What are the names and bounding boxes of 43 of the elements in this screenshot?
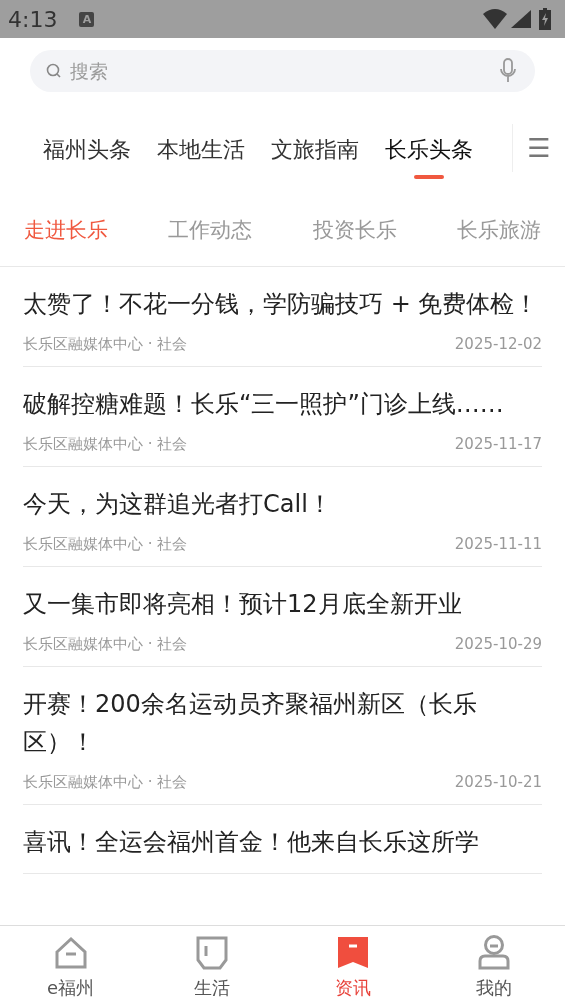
article-item[interactable]: 开赛！200余名运动员齐聚福州新区（长乐区）！ 长乐区融媒体中心 · 社会 2025-10-21 [23, 667, 542, 805]
article-source: 长乐区融媒体中心 · 社会 [23, 535, 188, 554]
nav-tab[interactable]: e福州 [0, 926, 142, 1004]
person-icon [477, 934, 512, 970]
wifi-icon [483, 9, 507, 29]
article-title: 喜讯！全运会福州首金！他来自长乐这所学 [23, 827, 480, 858]
nav-tab[interactable]: 资讯 [282, 926, 424, 1004]
article-source: 长乐区融媒体中心 · 社会 [23, 435, 188, 454]
microphone-icon[interactable] [499, 58, 517, 84]
article-source: 长乐区融媒体中心 · 社会 [23, 773, 188, 792]
article-date: 2025-11-11 [454, 535, 542, 554]
article-item[interactable]: 破解控糖难题！长乐“三一照护”门诊上线…… 长乐区融媒体中心 · 社会 2025-11-17 [23, 367, 542, 467]
article-date: 2025-10-21 [454, 773, 542, 792]
search-field[interactable]: 搜索 [30, 50, 535, 92]
clock-time: 4:13 [8, 6, 58, 32]
menu-button[interactable]: ☰ [512, 124, 565, 172]
search-icon [46, 63, 62, 79]
nav-tab[interactable]: 我的 [423, 926, 565, 1004]
article-date: 2025-11-17 [454, 435, 542, 454]
article-item[interactable]: 今天，为这群追光者打Call！ 长乐区融媒体中心 · 社会 2025-11-11 [23, 467, 542, 567]
article-source: 长乐区融媒体中心 · 社会 [23, 335, 188, 354]
article-item[interactable]: 太赞了！不花一分钱，学防骗技巧 + 免费体检！ 长乐区融媒体中心 · 社会 2025-12-02 [23, 267, 542, 367]
article-date: 2025-10-29 [454, 635, 542, 654]
notification-badge: A [79, 11, 95, 27]
channel-tab[interactable]: 福州头条 [30, 106, 144, 194]
article-title: 太赞了！不花一分钱，学防骗技巧 + 免费体检！ [23, 289, 540, 320]
channel-tab[interactable]: 长乐头条 [372, 106, 486, 194]
article-title: 今天，为这群追光者打Call！ [23, 489, 333, 520]
nav-tab[interactable]: 生活 [141, 926, 283, 1004]
battery-charging-icon [539, 8, 551, 30]
article-title: 开赛！200余名运动员齐聚福州新区（长乐区）！ [23, 689, 478, 758]
article-source: 长乐区融媒体中心 · 社会 [23, 635, 188, 654]
article-title: 破解控糖难题！长乐“三一照护”门诊上线…… [23, 389, 505, 420]
bookmark-icon [337, 936, 370, 970]
pocket-icon [195, 936, 228, 970]
house-icon [53, 936, 88, 970]
channel-tab[interactable]: 文旅指南 [258, 106, 372, 194]
article-date: 2025-12-02 [454, 335, 542, 354]
article-item[interactable]: 喜讯！全运会福州首金！他来自长乐这所学 [23, 805, 542, 874]
signal-icon [511, 10, 531, 28]
article-title: 又一集市即将亮相！预计12月底全新开业 [23, 589, 463, 620]
article-item[interactable]: 又一集市即将亮相！预计12月底全新开业 长乐区融媒体中心 · 社会 2025-10-29 [23, 567, 542, 667]
channel-tab[interactable]: 本地生活 [144, 106, 258, 194]
